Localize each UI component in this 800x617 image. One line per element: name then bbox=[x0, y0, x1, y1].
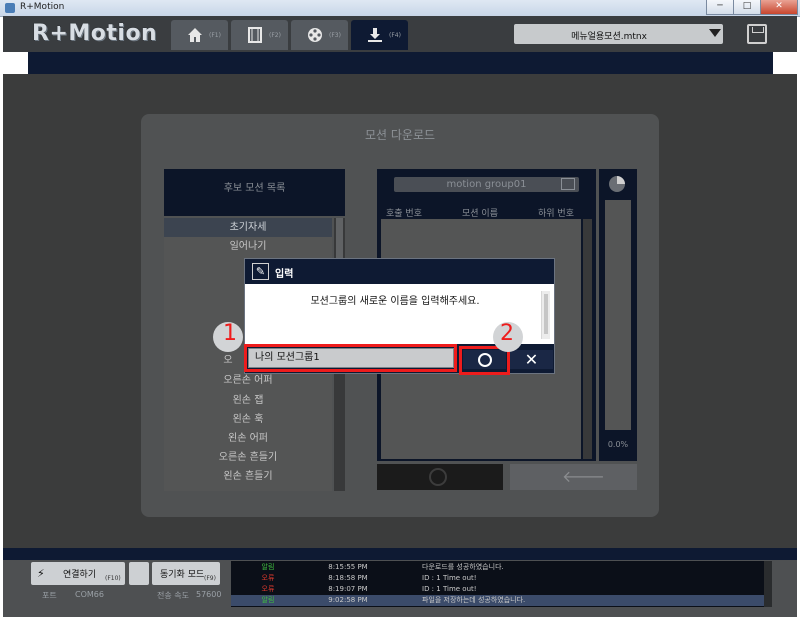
speed-value: 57600 bbox=[196, 590, 222, 599]
tab-home[interactable]: (F1) bbox=[171, 20, 228, 50]
log-message: 파일을 저장하는데 성공하였습니다. bbox=[422, 596, 526, 604]
column-header-sub: 하위 번호 bbox=[538, 209, 574, 219]
speed-label: 전송 속도 bbox=[157, 591, 189, 600]
port-value: COM66 bbox=[75, 590, 104, 599]
highlight-input bbox=[244, 344, 457, 372]
window-title: R+Motion bbox=[20, 2, 65, 12]
close-button[interactable]: ✕ bbox=[760, 0, 798, 15]
log-list[interactable]: 알림 8:15:55 PM 다운로드를 성공하였습니다. 오류 8:18:58 … bbox=[231, 561, 764, 607]
panel-title: 모션 다운로드 bbox=[364, 128, 436, 142]
candidate-list-header: 후보 모션 목록 bbox=[164, 169, 345, 216]
column-header-name: 모션 이름 bbox=[462, 209, 498, 219]
progress-bar bbox=[605, 200, 631, 430]
list-item[interactable]: 왼손 훅 bbox=[164, 410, 332, 429]
toggle-button[interactable] bbox=[129, 562, 149, 585]
dialog-title: 입력 bbox=[275, 269, 294, 280]
log-time: 8:15:55 PM bbox=[328, 563, 368, 571]
connect-button[interactable]: ⚡ 연결하기 (F10) bbox=[31, 562, 125, 585]
sync-mode-button[interactable]: 동기화 모드 (F9) bbox=[152, 562, 220, 585]
circle-icon bbox=[429, 468, 447, 486]
port-label: 포트 bbox=[42, 591, 57, 600]
tab-motion-edit-key: (F2) bbox=[269, 32, 281, 39]
dialog-message: 모션그룹의 새로운 이름을 입력해주세요. bbox=[310, 296, 480, 307]
dialog-scrollbar[interactable] bbox=[541, 291, 550, 339]
home-icon bbox=[186, 26, 204, 44]
log-message: 다운로드를 성공하였습니다. bbox=[422, 563, 504, 571]
column-header-call: 호출 번호 bbox=[386, 209, 422, 219]
arrow-left-icon: 🡐 bbox=[562, 467, 605, 486]
save-icon[interactable] bbox=[747, 24, 767, 44]
connect-label: 연결하기 bbox=[63, 570, 97, 580]
film-icon bbox=[246, 26, 264, 44]
download-icon bbox=[366, 26, 384, 44]
list-item[interactable]: 초기자세 bbox=[164, 218, 332, 237]
list-item[interactable]: 왼손 어퍼 bbox=[164, 429, 332, 448]
progress-percent: 0.0% bbox=[607, 440, 629, 449]
download-start-button[interactable] bbox=[377, 464, 503, 490]
status-band bbox=[3, 548, 797, 560]
back-button[interactable]: 🡐 bbox=[510, 464, 637, 490]
log-row: 알림 8:15:55 PM 다운로드를 성공하였습니다. bbox=[231, 562, 764, 573]
plug-icon: ⚡ bbox=[37, 567, 45, 580]
log-type: 알림 bbox=[261, 563, 275, 571]
list-item[interactable]: 왼손 잽 bbox=[164, 391, 332, 410]
list-item[interactable]: 일어나기 bbox=[164, 237, 332, 256]
log-time: 8:19:07 PM bbox=[328, 585, 368, 593]
candidate-list-title: 후보 모션 목록 bbox=[223, 183, 286, 194]
chevron-down-icon bbox=[709, 29, 721, 37]
file-select-value: 메뉴얼용모션.mtnx bbox=[571, 32, 647, 42]
log-time: 9:02:58 PM bbox=[328, 596, 368, 604]
tab-motion-group-key: (F3) bbox=[329, 32, 341, 39]
minimize-button[interactable]: ─ bbox=[706, 0, 734, 15]
connect-key: (F10) bbox=[105, 575, 121, 582]
tab-home-key: (F1) bbox=[209, 32, 221, 39]
maximize-button[interactable]: □ bbox=[733, 0, 761, 15]
edit-icon[interactable] bbox=[561, 178, 575, 190]
list-item[interactable]: 왼손 흔들기 bbox=[164, 467, 332, 486]
sync-key: (F9) bbox=[204, 575, 216, 582]
log-row: 알림 9:02:58 PM 파일을 저장하는데 성공하였습니다. bbox=[231, 595, 764, 606]
cancel-button[interactable]: ✕ bbox=[510, 350, 553, 369]
tab-motion-edit[interactable]: (F2) bbox=[231, 20, 288, 50]
motion-group-name: motion group01 bbox=[394, 177, 579, 192]
header-band bbox=[28, 52, 773, 74]
log-type: 오류 bbox=[261, 574, 275, 582]
motion-group-scrollbar[interactable] bbox=[583, 219, 592, 459]
log-row: 오류 8:18:58 PM ID : 1 Time out! bbox=[231, 573, 764, 584]
log-row: 오류 8:19:07 PM ID : 1 Time out! bbox=[231, 584, 764, 595]
pencil-icon: ✎ bbox=[252, 263, 269, 280]
tab-download-key: (F4) bbox=[389, 32, 401, 39]
tab-download[interactable]: (F4) bbox=[351, 20, 408, 50]
log-time: 8:18:58 PM bbox=[328, 574, 368, 582]
log-message: ID : 1 Time out! bbox=[422, 585, 477, 593]
file-select[interactable]: 메뉴얼용모션.mtnx bbox=[514, 24, 723, 44]
tab-motion-group[interactable]: (F3) bbox=[291, 20, 348, 50]
log-type: 오류 bbox=[261, 585, 275, 593]
app-icon bbox=[5, 3, 15, 13]
callout-2: 2 bbox=[500, 321, 514, 346]
log-scrollbar[interactable] bbox=[764, 561, 772, 607]
log-type: 알림 bbox=[261, 596, 275, 604]
log-message: ID : 1 Time out! bbox=[422, 574, 477, 582]
sync-label: 동기화 모드 bbox=[160, 570, 205, 580]
pie-progress-icon bbox=[609, 176, 625, 192]
list-item[interactable]: 오른손 흔들기 bbox=[164, 448, 332, 467]
window-titlebar: R+Motion bbox=[0, 0, 800, 17]
callout-1: 1 bbox=[223, 321, 237, 346]
app-logo: R+Motion bbox=[32, 21, 158, 46]
film-reel-icon bbox=[306, 26, 324, 44]
